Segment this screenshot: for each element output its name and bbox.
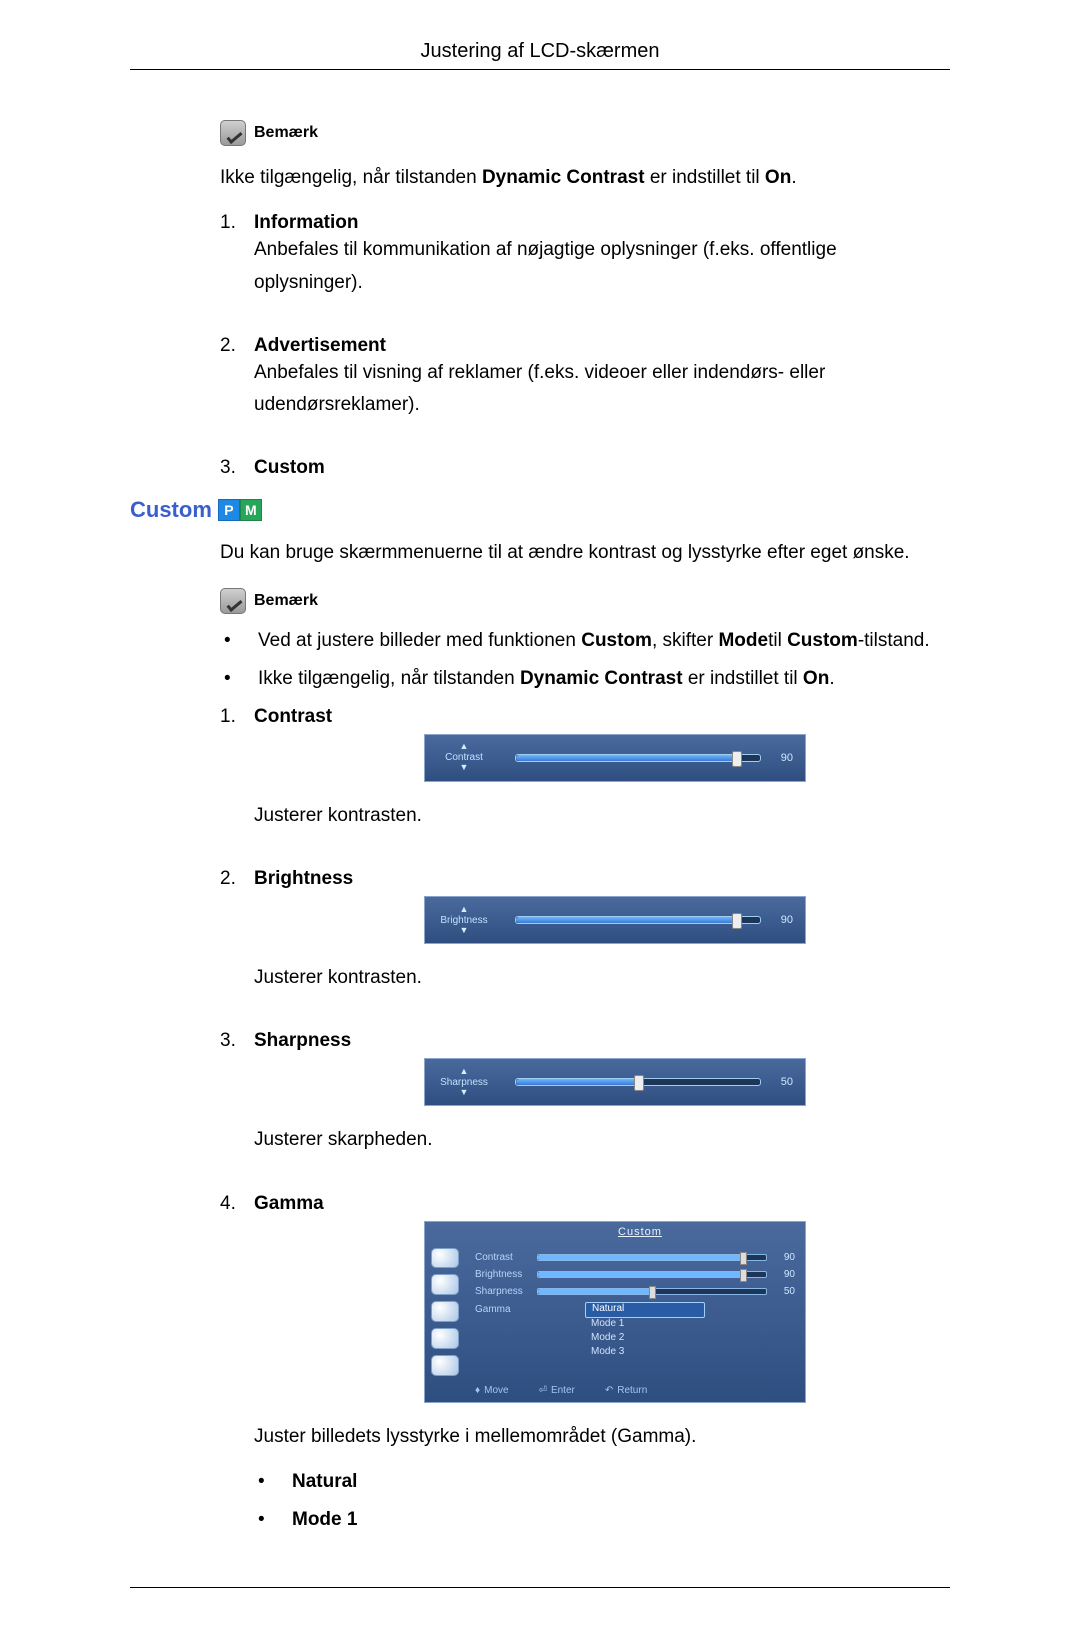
item-title-brightness: Brightness	[254, 868, 950, 890]
osd-row-value: 50	[773, 1286, 795, 1297]
note-icon	[220, 120, 246, 146]
osd-row-label: Sharpness	[475, 1286, 537, 1297]
list-number: 2.	[220, 335, 254, 440]
section-heading-custom: Custom P M	[130, 497, 950, 523]
osd-value: 90	[781, 752, 793, 764]
item-desc: Justerer kontrasten.	[254, 800, 950, 832]
osd-footer-return: ↶ Return	[605, 1385, 647, 1396]
list-item-title: Information	[254, 212, 950, 234]
page-title: Justering af LCD-skærmen	[130, 40, 950, 63]
osd-row-value: 90	[773, 1269, 795, 1280]
list-number: 2.	[220, 868, 254, 1012]
list-item-desc: Anbefales til visning af reklamer (f.eks…	[254, 357, 950, 422]
osd-panel-gamma: Custom Contrast 90 Brightness 90 Sharpness…	[424, 1221, 806, 1403]
custom-notes: Ved at justere billeder med funktionen C…	[220, 630, 950, 690]
bullet-text: Ikke tilgængelig, når tilstanden Dynamic…	[258, 668, 835, 690]
item-title-sharpness: Sharpness	[254, 1030, 950, 1052]
osd-footer-enter: ⏎ Enter	[539, 1385, 575, 1396]
gamma-mode-list: Natural Mode 1	[254, 1471, 950, 1531]
badge-p-icon: P	[218, 499, 240, 521]
osd-slider-contrast: ▲Contrast▼ 90	[424, 734, 806, 782]
osd-tab-icon	[431, 1328, 459, 1349]
osd-slider-brightness: ▲Brightness▼ 90	[424, 896, 806, 944]
list-item-desc: Anbefales til kommunikation af nøjagtige…	[254, 234, 950, 299]
item-desc: Juster billedets lysstyrke i mellemområd…	[254, 1421, 950, 1453]
chevron-down-icon: ▼	[460, 1088, 469, 1098]
chevron-down-icon: ▼	[460, 926, 469, 936]
note-label: Bemærk	[254, 592, 318, 610]
gamma-mode-item: Natural	[292, 1471, 357, 1493]
header-divider	[130, 69, 950, 70]
chevron-down-icon: ▼	[460, 763, 469, 773]
osd-tab-icon	[431, 1355, 459, 1376]
bullet-text: Ved at justere billeder med funktionen C…	[258, 630, 930, 652]
list-number: 3.	[220, 1030, 254, 1174]
osd-row-label: Contrast	[475, 1252, 537, 1263]
footer-divider	[130, 1587, 950, 1588]
item-desc: Justerer skarpheden.	[254, 1124, 950, 1156]
osd-gamma-options: Natural Mode 1 Mode 2 Mode 3	[585, 1302, 705, 1360]
osd-gamma-option: Natural	[585, 1302, 705, 1318]
mode-list: 1. Information Anbefales til kommunikati…	[220, 212, 950, 479]
note-icon	[220, 588, 246, 614]
chevron-up-icon: ▲	[460, 905, 469, 915]
note-label: Bemærk	[254, 124, 318, 142]
list-number: 1.	[220, 212, 254, 317]
osd-row-value: 90	[773, 1252, 795, 1263]
osd-tab-icon	[431, 1274, 459, 1295]
osd-tab-icon	[431, 1301, 459, 1322]
osd-label: Brightness	[440, 915, 487, 926]
list-number: 4.	[220, 1193, 254, 1547]
osd-footer-move: ♦ Move	[475, 1385, 509, 1396]
badge-m-icon: M	[240, 499, 262, 521]
item-title-contrast: Contrast	[254, 706, 950, 728]
item-title-gamma: Gamma	[254, 1193, 950, 1215]
osd-slider-sharpness: ▲Sharpness▼ 50	[424, 1058, 806, 1106]
osd-gamma-option: Mode 3	[585, 1346, 705, 1360]
pm-badge: P M	[218, 499, 262, 521]
chevron-up-icon: ▲	[460, 742, 469, 752]
list-item-title: Custom	[254, 457, 950, 479]
list-item-title: Advertisement	[254, 335, 950, 357]
custom-intro: Du kan bruge skærmmenuerne til at ændre …	[220, 537, 950, 569]
osd-gamma-option: Mode 1	[585, 1318, 705, 1332]
note-text: Ikke tilgængelig, når tilstanden Dynamic…	[220, 162, 950, 194]
list-number: 1.	[220, 706, 254, 850]
osd-gamma-option: Mode 2	[585, 1332, 705, 1346]
osd-panel-title: Custom	[485, 1226, 795, 1242]
list-number: 3.	[220, 457, 254, 479]
chevron-up-icon: ▲	[460, 1067, 469, 1077]
adjustment-list: 1. Contrast ▲Contrast▼ 90 Justerer kontr…	[220, 706, 950, 1547]
gamma-mode-item: Mode 1	[292, 1509, 357, 1531]
osd-gamma-label: Gamma	[475, 1304, 511, 1315]
osd-tab-icon	[431, 1248, 459, 1269]
osd-value: 90	[781, 914, 793, 926]
item-desc: Justerer kontrasten.	[254, 962, 950, 994]
osd-value: 50	[781, 1076, 793, 1088]
osd-side-icons	[431, 1248, 465, 1376]
osd-row-label: Brightness	[475, 1269, 537, 1280]
